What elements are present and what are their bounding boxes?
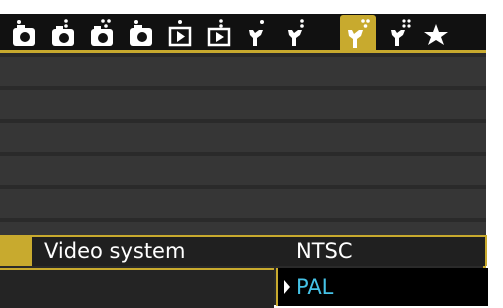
video-system-dropdown: PAL xyxy=(276,268,488,306)
menu-row-empty xyxy=(0,57,486,86)
tab-my-menu[interactable] xyxy=(418,14,454,52)
wrench-icon xyxy=(288,19,304,46)
selection-arrow-icon xyxy=(284,280,290,294)
menu-row-empty xyxy=(0,90,486,119)
menu-row-empty xyxy=(0,268,274,308)
wrench-icon xyxy=(249,20,264,46)
menu-row-empty xyxy=(0,156,486,185)
menu-item-current-value: NTSC xyxy=(296,239,353,263)
wrench-icon xyxy=(348,18,370,48)
tab-setup-1[interactable] xyxy=(240,14,276,52)
camera-icon xyxy=(130,20,152,46)
dropdown-option-label: PAL xyxy=(296,275,334,299)
menu-tab-bar xyxy=(0,14,486,52)
menu-panel: Video system NTSC PAL xyxy=(0,53,488,308)
tab-setup-3[interactable] xyxy=(340,15,376,52)
menu-item-label: Video system xyxy=(44,239,186,263)
tab-shoot-1[interactable] xyxy=(6,14,42,52)
tab-shoot-4[interactable] xyxy=(123,14,159,52)
menu-row-empty xyxy=(0,189,486,218)
selection-marker xyxy=(0,235,30,266)
tab-setup-2[interactable] xyxy=(279,14,315,52)
camera-icon xyxy=(91,19,113,46)
star-icon xyxy=(424,24,448,45)
camera-menu-screen: Video system NTSC PAL xyxy=(0,0,503,308)
tab-playback-2[interactable] xyxy=(201,14,237,52)
menu-row-empty xyxy=(0,123,486,152)
tab-playback-1[interactable] xyxy=(162,14,198,52)
playback-icon xyxy=(207,19,231,47)
wrench-icon xyxy=(391,19,411,46)
camera-icon xyxy=(52,19,74,46)
tab-setup-4[interactable] xyxy=(382,14,418,52)
tab-shoot-3[interactable] xyxy=(84,14,120,52)
camera-icon xyxy=(13,20,35,46)
playback-icon xyxy=(168,20,192,47)
tab-shoot-2[interactable] xyxy=(45,14,81,52)
